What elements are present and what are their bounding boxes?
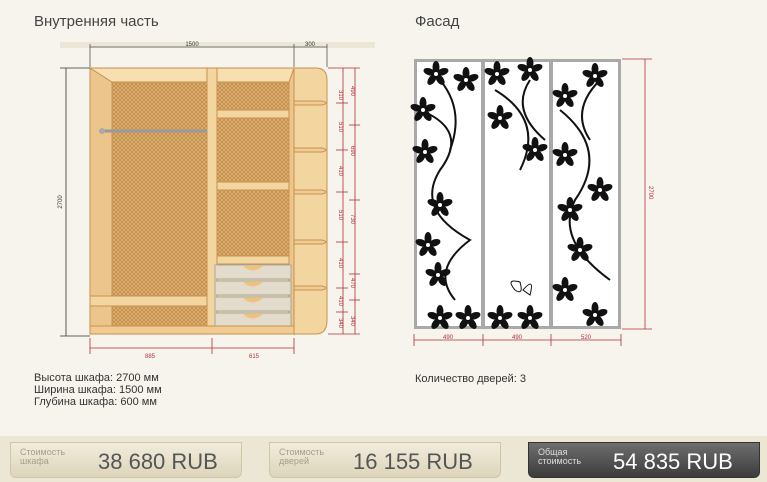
- facade-dim-w3: 520: [581, 335, 592, 341]
- cabinet-price-value: 38 680 RUB: [98, 449, 218, 474]
- facade-dim-w1: 490: [443, 335, 454, 341]
- doors-price-label: Стоимость дверей: [279, 447, 325, 466]
- dim-bottom-left: 885: [145, 354, 156, 360]
- dim-right-s4: 510: [337, 210, 343, 221]
- doors-count-info: Количество дверей: 3: [415, 373, 526, 385]
- dim-right-g5: 340: [349, 316, 355, 327]
- dim-left-height: 2700: [58, 195, 64, 209]
- dim-right-g3: 730: [349, 214, 355, 225]
- cabinet-price-label: Стоимость шкафа: [20, 447, 66, 466]
- facade-dim-height: 2700: [647, 186, 653, 200]
- dim-bottom-right: 615: [249, 354, 260, 360]
- facade-doors: [409, 57, 621, 331]
- dim-right-s3: 410: [337, 166, 343, 177]
- dim-top-width: 1500: [185, 42, 199, 48]
- dim-right-s2: 510: [337, 122, 343, 133]
- cabinet-width-line: Ширина шкафа: 1500 мм: [34, 384, 162, 396]
- dim-right-g1: 490: [349, 86, 355, 97]
- cabinet-dimensions-info: Высота шкафа: 2700 мм Ширина шкафа: 1500…: [34, 372, 162, 408]
- cabinet-depth-line: Глубина шкафа: 600 мм: [34, 396, 157, 408]
- dim-right-s7: 340: [337, 318, 343, 329]
- cabinet-price-box: Стоимость шкафа 38 680 RUB: [10, 442, 242, 478]
- total-price-value: 54 835 RUB: [613, 449, 733, 474]
- total-price-box: Общая стоимость 54 835 RUB: [528, 442, 760, 478]
- cabinet-interior: [88, 67, 328, 336]
- total-price-label: Общая стоимость: [538, 447, 582, 466]
- cabinet-height-line: Высота шкафа: 2700 мм: [34, 372, 159, 384]
- facade-dim-w2: 490: [512, 335, 523, 341]
- dim-right-g2: 690: [349, 146, 355, 157]
- doors-price-value: 16 155 RUB: [353, 449, 473, 474]
- dim-right-s1: 310: [337, 90, 343, 101]
- dim-right-s5: 410: [337, 258, 343, 269]
- doors-price-box: Стоимость дверей 16 155 RUB: [269, 442, 501, 478]
- dim-right-g4: 470: [349, 278, 355, 289]
- dim-right-s6: 410: [337, 296, 343, 307]
- wardrobe-drawing: 1500 300 2700 885 615 310 510 410 510 41…: [58, 42, 653, 360]
- dim-top-side: 300: [305, 42, 316, 48]
